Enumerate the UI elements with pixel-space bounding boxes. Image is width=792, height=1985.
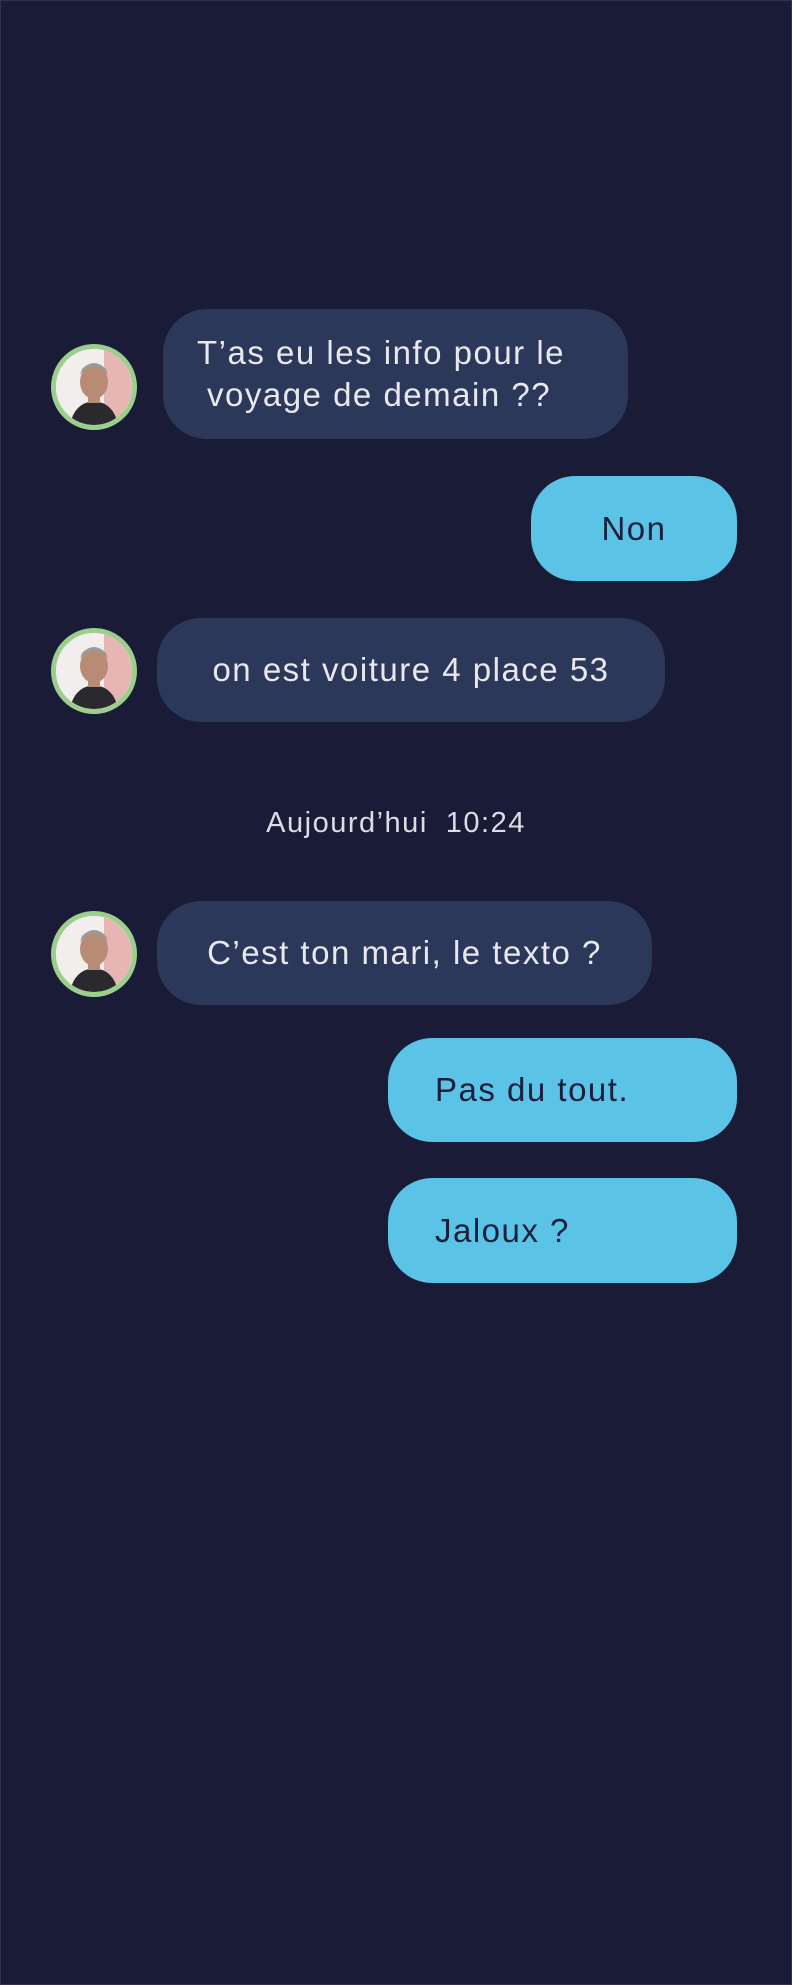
timestamp-day: Aujourd’hui [266,807,428,839]
message-bubble-outgoing[interactable]: Jaloux ? [388,1178,737,1283]
message-text: C’est ton mari, le texto ? [207,934,602,971]
timestamp-time: 10:24 [445,807,526,839]
contact-avatar-photo-icon [56,349,132,425]
message-text: T’as eu les info pour le [197,334,566,371]
contact-avatar-photo-icon [56,916,132,992]
message-text: on est voiture 4 place 53 [212,651,610,688]
contact-avatar[interactable] [51,911,137,997]
message-bubble-outgoing[interactable]: Pas du tout. [388,1038,737,1142]
message-text: Non [601,509,667,547]
message-bubble-incoming[interactable]: C’est ton mari, le texto ? [157,901,652,1005]
contact-avatar[interactable] [51,344,137,430]
message-bubble-incoming[interactable]: on est voiture 4 place 53 [157,618,665,722]
message-bubble-outgoing[interactable]: Non [531,476,737,581]
contact-avatar-photo-icon [56,633,132,709]
message-text: Pas du tout. [435,1071,630,1108]
message-bubble-incoming[interactable]: T’as eu les info pour le voyage de demai… [163,309,628,439]
timestamp: Aujourd’hui 10:24 [0,807,792,840]
contact-avatar[interactable] [51,628,137,714]
message-text: Jaloux ? [435,1211,570,1249]
message-text: voyage de demain ?? [207,376,552,413]
